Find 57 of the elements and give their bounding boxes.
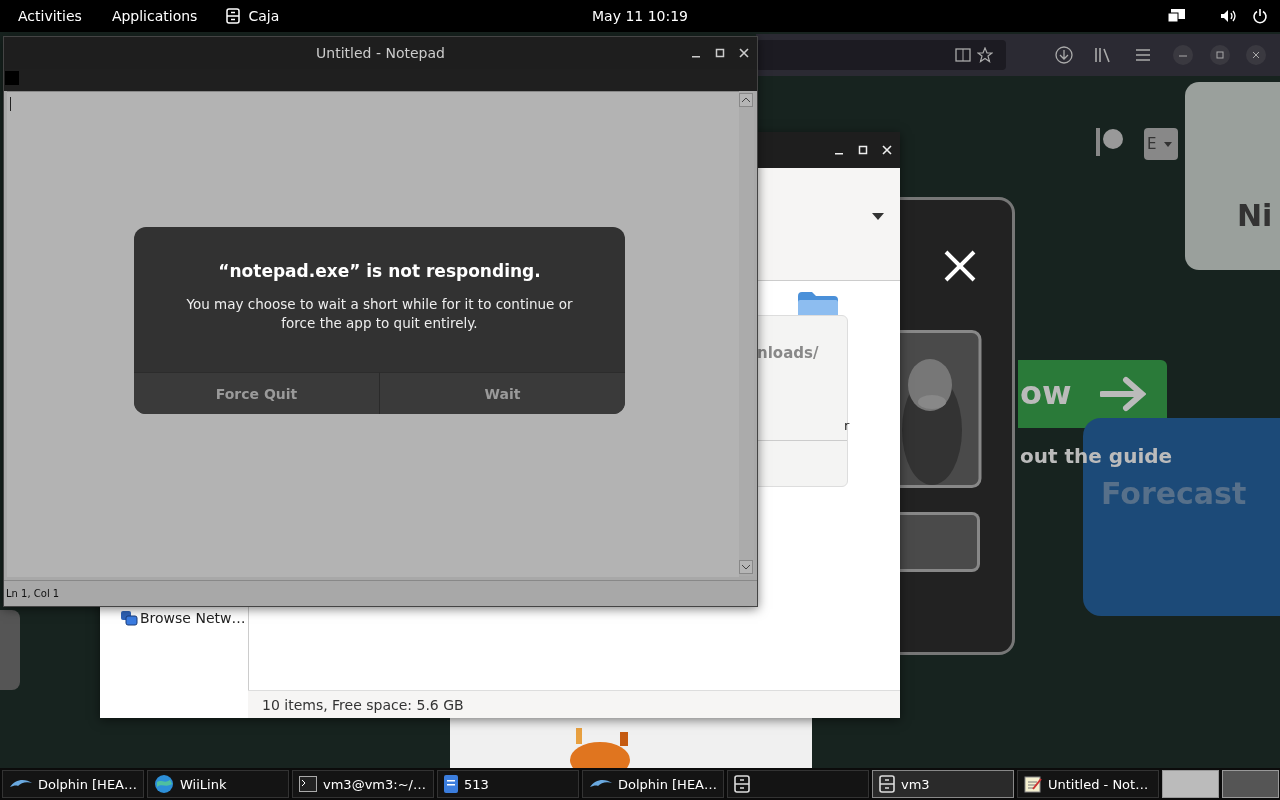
taskbar-item[interactable]: Dolphin [HEA…: [582, 770, 724, 798]
taskbar-item[interactable]: WiiLink: [147, 770, 289, 798]
close-icon[interactable]: [739, 48, 749, 58]
dialog-message: You may choose to wait a short while for it to continue or force the app to quit entirely.: [185, 295, 574, 333]
cabinet-icon: [734, 775, 750, 793]
address-bar[interactable]: [756, 40, 1006, 70]
reader-view-icon[interactable]: [955, 48, 971, 62]
taskbar-item[interactable]: Dolphin [HEA…: [2, 770, 144, 798]
notepad-icon: [1024, 775, 1042, 793]
network-icon: [120, 610, 138, 626]
taskbar-item[interactable]: vm3@vm3:~/…: [292, 770, 434, 798]
maximize-icon[interactable]: [715, 48, 725, 58]
caret-icon: [1164, 142, 1172, 147]
dialog-title: “notepad.exe” is not responding.: [217, 261, 542, 281]
scroll-down-icon[interactable]: [739, 560, 753, 574]
menu-icon[interactable]: [1135, 48, 1151, 62]
arrow-icon: [1100, 376, 1146, 412]
applications-menu[interactable]: Applications: [96, 8, 213, 24]
wait-button[interactable]: Wait: [379, 372, 625, 414]
sidebar-item[interactable]: Browse Netw…: [120, 610, 246, 626]
folder-icon[interactable]: [798, 292, 838, 318]
star-icon[interactable]: [977, 47, 993, 63]
workspace-switcher[interactable]: [1162, 770, 1219, 798]
library-icon[interactable]: [1094, 47, 1112, 63]
workspace-switcher[interactable]: [1222, 770, 1279, 798]
text-cursor: [10, 97, 11, 111]
card-title: Ni: [1237, 198, 1273, 233]
clock[interactable]: May 11 10:19: [592, 8, 688, 24]
power-icon[interactable]: [1252, 8, 1268, 24]
volume-icon[interactable]: [1220, 9, 1238, 23]
cabinet-icon: [879, 775, 895, 793]
scroll-up-icon[interactable]: [739, 93, 753, 107]
guide-text: out the guide: [1020, 444, 1173, 468]
force-quit-button[interactable]: Force Quit: [134, 372, 379, 414]
close-icon[interactable]: [1246, 45, 1266, 65]
display-icon[interactable]: [1168, 9, 1186, 23]
caret-icon[interactable]: [872, 213, 884, 220]
taskbar-item[interactable]: [727, 770, 869, 798]
app-menu[interactable]: Caja: [240, 8, 295, 24]
taskbar-item[interactable]: 513: [437, 770, 579, 798]
document-icon: [444, 775, 458, 793]
status-bar: 10 items, Free space: 5.6 GB: [248, 690, 900, 718]
activities-button[interactable]: Activities: [0, 8, 97, 24]
path-text: nloads/: [757, 344, 819, 362]
cabinet-icon: [226, 8, 241, 24]
download-icon[interactable]: [1055, 46, 1073, 64]
modal-button[interactable]: [900, 512, 980, 572]
window-title: Untitled - Notepad: [316, 45, 445, 61]
status-bar: Ln 1, Col 1: [4, 580, 757, 606]
terminal-icon: [299, 776, 317, 792]
taskbar-item[interactable]: Untitled - Not…: [1017, 770, 1159, 798]
patreon-icon[interactable]: [1096, 128, 1126, 156]
label-text: r: [844, 418, 850, 433]
scrollbar[interactable]: [739, 91, 754, 576]
globe-icon: [154, 774, 174, 794]
language-dropdown[interactable]: E: [1144, 128, 1178, 160]
taskbar-item[interactable]: vm3: [872, 770, 1014, 798]
